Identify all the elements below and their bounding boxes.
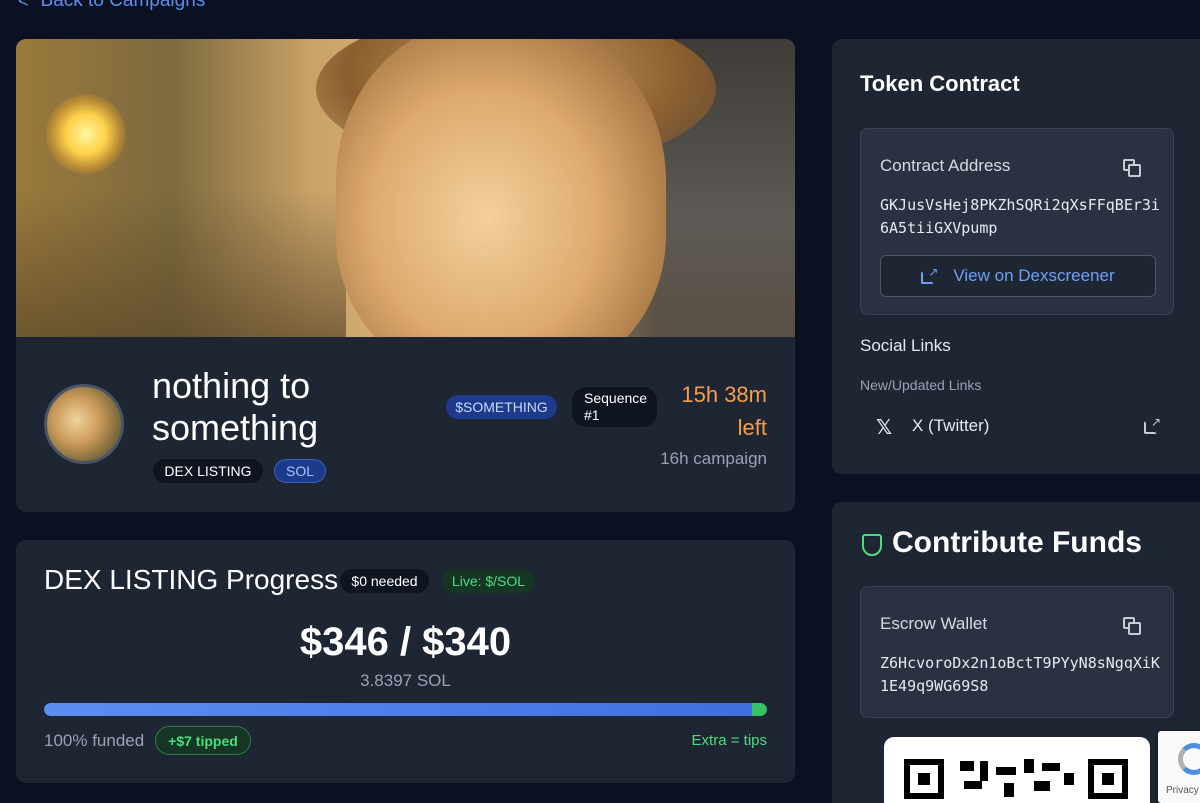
tipped-badge: +$7 tipped bbox=[155, 726, 251, 755]
external-link-icon: ↗ bbox=[921, 266, 938, 284]
back-to-campaigns-link[interactable]: < Back to Campaigns bbox=[18, 0, 205, 12]
contribute-funds-card: Contribute Funds Escrow Wallet Z6HcvoroD… bbox=[832, 502, 1200, 803]
raised-amount: $346 / $340 bbox=[299, 620, 512, 664]
back-label: Back to Campaigns bbox=[40, 0, 206, 11]
escrow-wallet-label: Escrow Wallet bbox=[880, 614, 988, 633]
token-contract-card: Token Contract Contract Address GKJusVsH… bbox=[832, 39, 1200, 474]
contract-address-value: GKJusVsHej8PKZhSQRi2qXsFFqBEr3i6A5tiiGXV… bbox=[880, 196, 1160, 237]
contribute-funds-title: Contribute Funds bbox=[892, 526, 1142, 559]
campaign-avatar bbox=[44, 384, 124, 464]
progress-card: DEX LISTING Progress $0 needed Live: $/S… bbox=[16, 540, 795, 783]
social-link-label: X (Twitter) bbox=[912, 416, 990, 435]
social-link-twitter[interactable]: 𝕏 X (Twitter) ↗ bbox=[860, 407, 1174, 447]
escrow-qr-code bbox=[884, 737, 1150, 803]
recaptcha-logo-icon bbox=[1178, 743, 1200, 775]
progress-bar bbox=[44, 703, 767, 716]
recaptcha-privacy-link[interactable]: Privacy bbox=[1166, 785, 1199, 796]
copy-icon[interactable] bbox=[1123, 617, 1141, 635]
token-contract-title: Token Contract bbox=[860, 71, 1020, 96]
tag-sol: SOL bbox=[274, 459, 326, 483]
progress-bar-fill bbox=[44, 703, 752, 716]
sol-amount: 3.8397 SOL bbox=[360, 671, 451, 690]
tag-dex-listing: DEX LISTING bbox=[153, 459, 263, 483]
campaign-duration: 16h campaign bbox=[660, 449, 767, 468]
shield-icon bbox=[862, 534, 882, 556]
funded-percent: 100% funded bbox=[44, 731, 145, 750]
social-links-subtitle: New/Updated Links bbox=[860, 377, 982, 393]
external-link-icon[interactable]: ↗ bbox=[1144, 416, 1161, 434]
progress-bar-tip-segment bbox=[752, 703, 767, 716]
live-price-badge: Live: $/SOL bbox=[442, 569, 535, 593]
ticker-badge: $SOMETHING bbox=[446, 395, 557, 419]
contract-address-label: Contract Address bbox=[880, 156, 1011, 175]
extra-tips-note: Extra = tips bbox=[691, 732, 767, 749]
social-links-title: Social Links bbox=[860, 336, 951, 355]
chevron-left-icon: < bbox=[18, 0, 29, 11]
recaptcha-badge[interactable]: Privacy bbox=[1158, 731, 1200, 803]
contract-address-box: Contract Address GKJusVsHej8PKZhSQRi2qXs… bbox=[860, 128, 1174, 315]
view-on-dexscreener-button[interactable]: ↗ View on Dexscreener bbox=[880, 255, 1156, 297]
copy-icon[interactable] bbox=[1123, 159, 1141, 177]
dexscreener-label: View on Dexscreener bbox=[953, 266, 1115, 285]
x-logo-icon: 𝕏 bbox=[876, 417, 893, 439]
escrow-wallet-box: Escrow Wallet Z6HcvoroDx2n1oBctT9PYyN8sN… bbox=[860, 586, 1174, 718]
campaign-banner-image bbox=[16, 39, 795, 337]
campaign-title: nothing to something bbox=[152, 365, 319, 448]
time-left: 15h 38m left bbox=[681, 382, 767, 440]
needed-badge: $0 needed bbox=[340, 569, 429, 593]
progress-title: DEX LISTING Progress bbox=[44, 564, 339, 595]
sequence-badge: Sequence #1 bbox=[572, 387, 657, 427]
campaign-hero-card: nothing to something DEX LISTING SOL $SO… bbox=[16, 39, 795, 512]
escrow-wallet-address: Z6HcvoroDx2n1oBctT9PYyN8sNgqXiK1E49q9WG6… bbox=[880, 654, 1160, 695]
